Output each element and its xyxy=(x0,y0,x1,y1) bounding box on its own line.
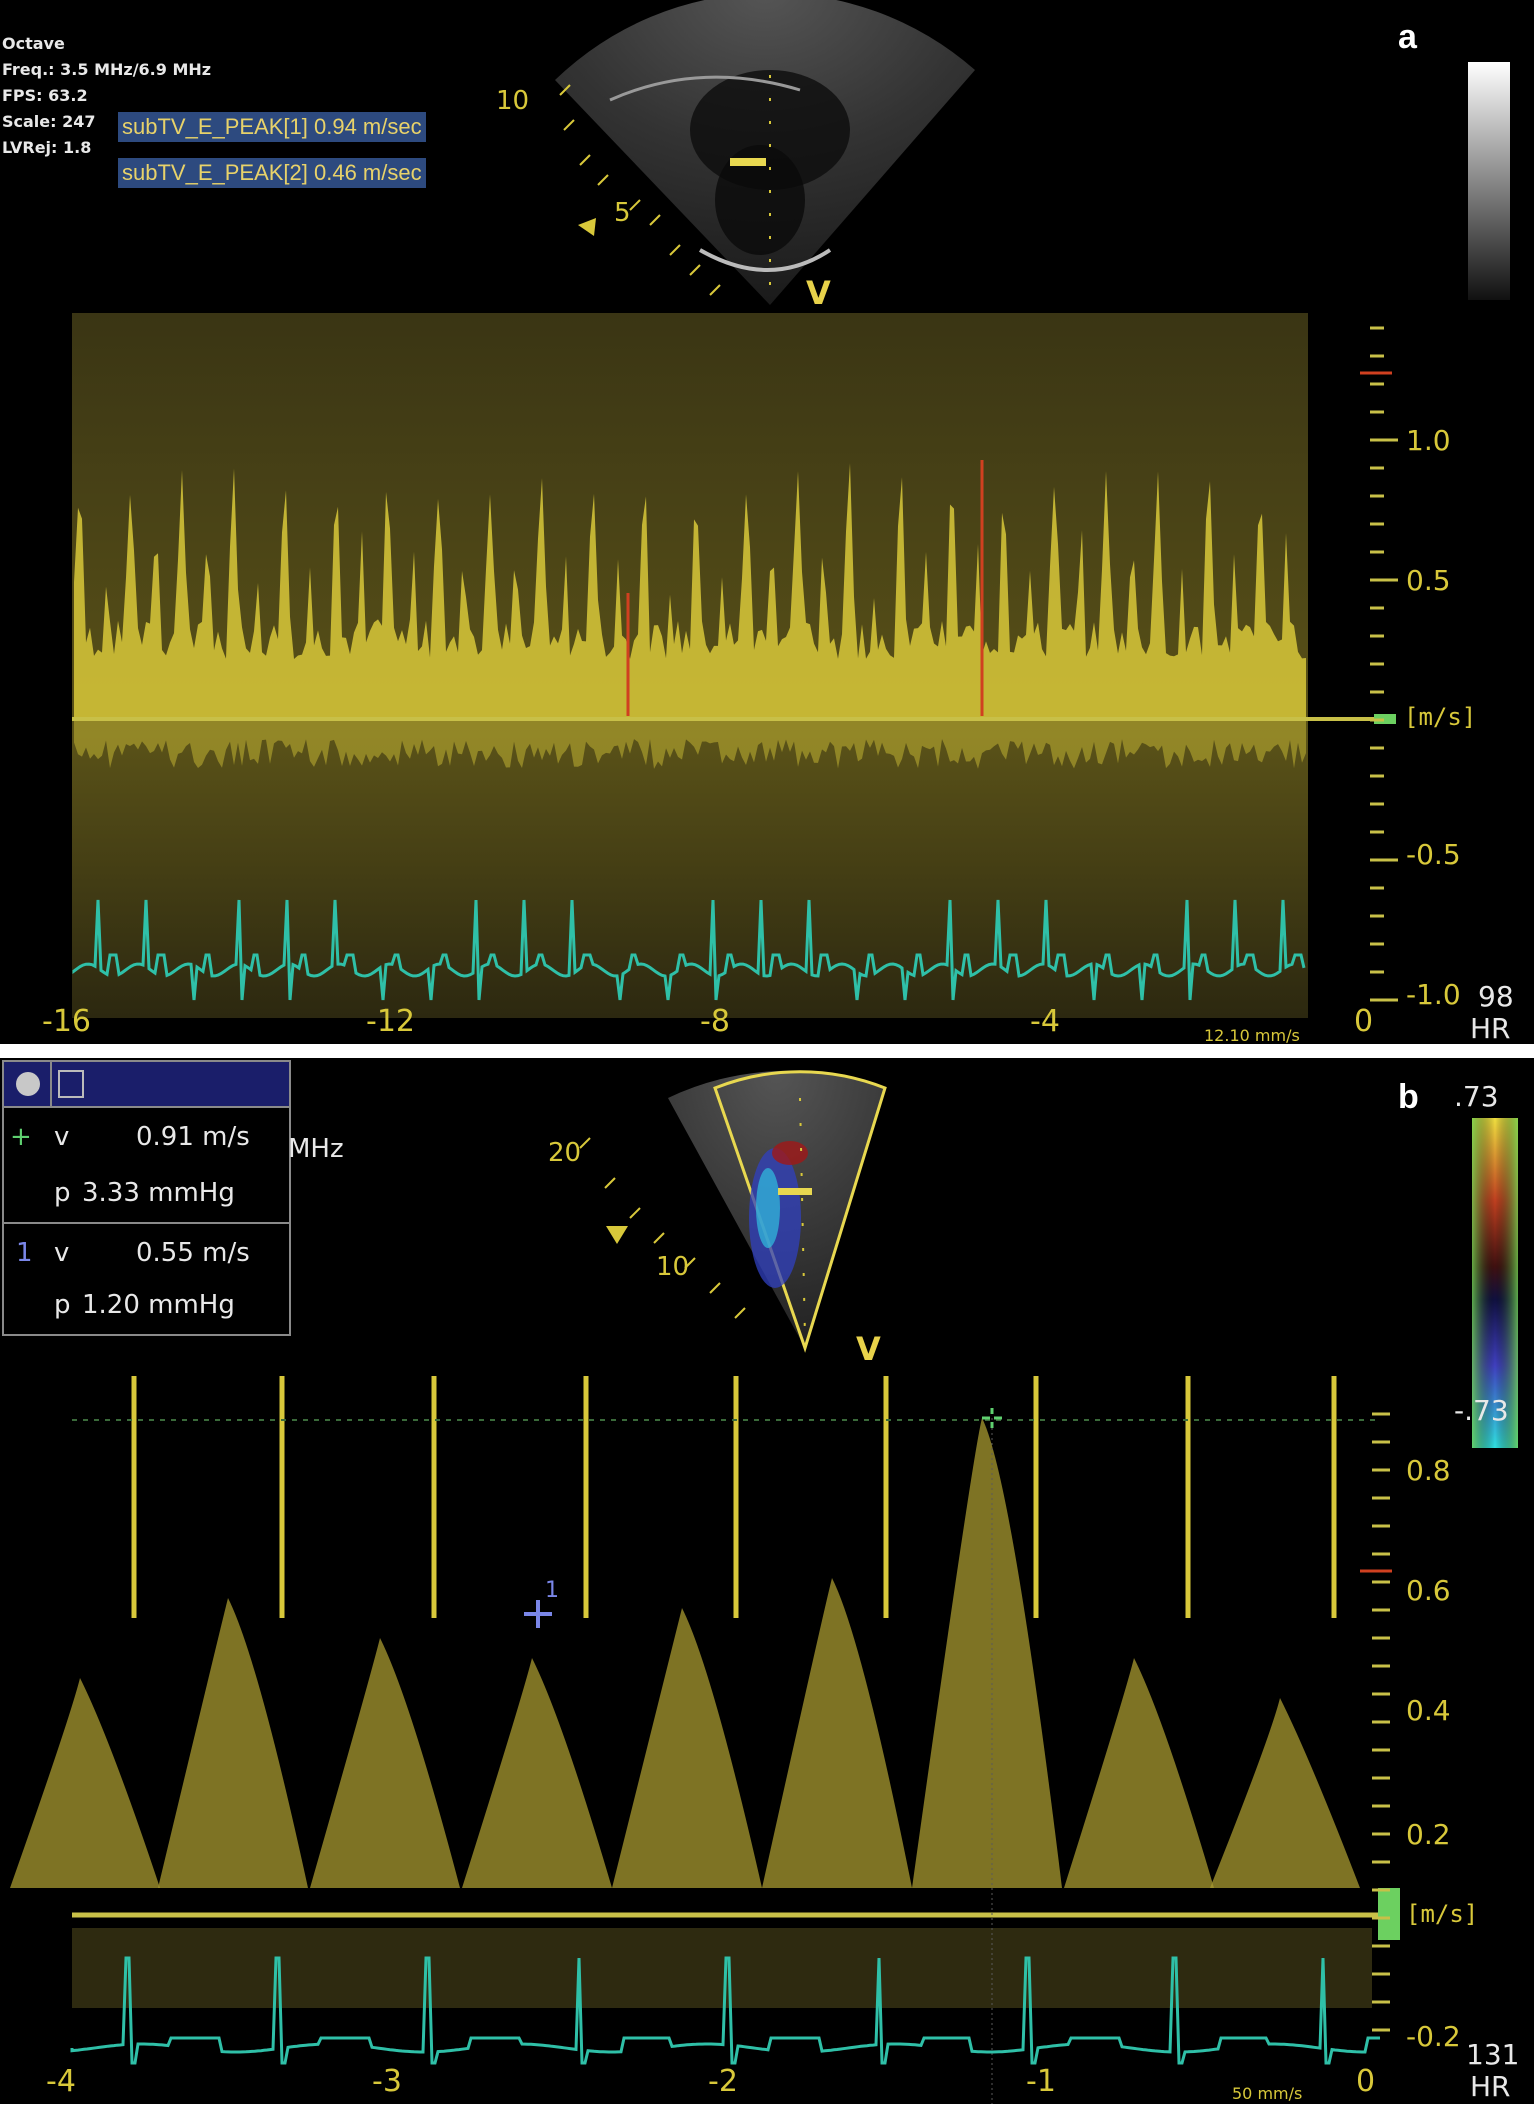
scale-readout: Scale: 247 xyxy=(2,112,96,131)
measure-param-p1: p xyxy=(54,1178,71,1208)
sweep-speed-a: 12.10 mm/s xyxy=(1204,1026,1300,1044)
measurement-toolbar xyxy=(4,1062,289,1108)
caliper-label-1: 1 xyxy=(545,1578,559,1603)
velocity-tick-0.5: 0.5 xyxy=(1406,564,1451,597)
measurement-label-2: subTV_E_PEAK[2] 0.46 m/sec xyxy=(118,158,426,188)
depth-label-10: 10 xyxy=(496,86,530,116)
time-tick-neg12: -12 xyxy=(366,1004,415,1039)
velocity-unit-a: [m/s] xyxy=(1404,703,1477,731)
depth-label-5: 5 xyxy=(614,198,631,228)
velocity-tick-neg1.0: -1.0 xyxy=(1406,978,1461,1011)
calc-icon[interactable] xyxy=(58,1070,84,1098)
velocity-tick-0.2: 0.2 xyxy=(1406,1818,1451,1851)
time-tick-0: 0 xyxy=(1354,1004,1374,1039)
frequency-readout: Freq.: 3.5 MHz/6.9 MHz xyxy=(2,60,212,79)
measure-value-p1: 3.33 mmHg xyxy=(82,1178,235,1208)
flow-envelope xyxy=(612,1608,762,1888)
cursor-marker-a: V xyxy=(806,274,831,312)
time-tick-neg16: -16 xyxy=(42,1004,91,1039)
heart-rate-value-b: 131 xyxy=(1466,2038,1520,2071)
measure-param-v2: v xyxy=(54,1238,70,1268)
panel-b: b + v 0.91 m/s p 3.33 mmHg 1 v 0.55 m/s … xyxy=(0,1058,1534,2104)
depth-label-10b: 10 xyxy=(656,1252,690,1282)
time-tick-neg8: -8 xyxy=(700,1004,730,1039)
time-tick-0b: 0 xyxy=(1356,2064,1376,2099)
velocity-unit-b: [m/s] xyxy=(1406,1900,1479,1928)
velocity-tick-0.6: 0.6 xyxy=(1406,1574,1451,1607)
measurement-label-1: subTV_E_PEAK[1] 0.94 m/sec xyxy=(118,112,426,142)
freq-unit-overflow: MHz xyxy=(288,1134,344,1164)
panel-label-b: b xyxy=(1398,1078,1419,1116)
caliper-2-icon: 1 xyxy=(16,1238,33,1268)
time-tick-neg4: -4 xyxy=(46,2064,76,2099)
color-scale-max: .73 xyxy=(1454,1080,1499,1113)
velocity-tick-neg0.2: -0.2 xyxy=(1406,2020,1461,2053)
preset-name: Octave xyxy=(2,34,65,53)
velocity-tick-1.0: 1.0 xyxy=(1406,424,1451,457)
flow-envelope xyxy=(462,1658,612,1888)
time-tick-neg3: -3 xyxy=(372,2064,402,2099)
record-icon[interactable] xyxy=(16,1072,40,1096)
time-tick-neg2: -2 xyxy=(708,2064,738,2099)
caliper-1-icon: + xyxy=(10,1122,32,1152)
cursor-marker-b: V xyxy=(856,1330,881,1368)
flow-envelope xyxy=(912,1418,1062,1888)
lvrej-readout: LVRej: 1.8 xyxy=(2,138,92,157)
grayscale-bar xyxy=(1468,62,1510,300)
flow-envelope xyxy=(158,1598,308,1888)
sweep-speed-b: 50 mm/s xyxy=(1232,2084,1303,2103)
measure-param-v1: v xyxy=(54,1122,70,1152)
velocity-tick-neg0.5: -0.5 xyxy=(1406,838,1461,871)
flow-envelope xyxy=(1210,1698,1360,1888)
measure-value-v2: 0.55 m/s xyxy=(136,1238,250,1268)
measurement-panel: + v 0.91 m/s p 3.33 mmHg 1 v 0.55 m/s p … xyxy=(2,1060,291,1336)
depth-label-20: 20 xyxy=(548,1138,582,1168)
time-tick-neg1: -1 xyxy=(1026,2064,1056,2099)
heart-rate-label-a: HR xyxy=(1470,1012,1511,1044)
caliper-blue-marker xyxy=(524,1600,552,1628)
panel-a-graphics xyxy=(72,0,1510,1018)
heart-rate-value-a: 98 xyxy=(1478,980,1514,1013)
heart-rate-label-b: HR xyxy=(1470,2070,1511,2103)
fps-readout: FPS: 63.2 xyxy=(2,86,88,105)
measure-value-v1: 0.91 m/s xyxy=(136,1122,250,1152)
flow-envelope xyxy=(10,1678,160,1888)
panel-label-a: a xyxy=(1398,18,1417,56)
flow-envelope xyxy=(1064,1658,1214,1888)
panel-a: a Octave Freq.: 3.5 MHz/6.9 MHz FPS: 63.… xyxy=(0,0,1534,1044)
measure-param-p2: p xyxy=(54,1290,71,1320)
velocity-tick-0.4: 0.4 xyxy=(1406,1694,1451,1727)
time-tick-neg4: -4 xyxy=(1030,1004,1060,1039)
velocity-tick-0.8: 0.8 xyxy=(1406,1454,1451,1487)
flow-envelope xyxy=(310,1638,460,1888)
flow-envelope xyxy=(762,1578,912,1888)
measure-value-p2: 1.20 mmHg xyxy=(82,1290,235,1320)
color-scale-min: -.73 xyxy=(1454,1394,1509,1427)
